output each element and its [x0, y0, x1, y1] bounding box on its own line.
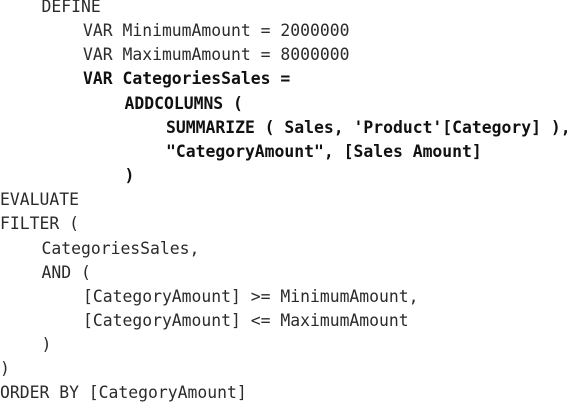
- code-line: ORDER BY [CategoryAmount]: [0, 383, 247, 403]
- code-line: EVALUATE: [0, 190, 79, 210]
- code-line: ADDCOLUMNS (: [124, 93, 243, 113]
- code-line: FILTER (: [0, 214, 79, 234]
- code-line: ): [124, 166, 135, 186]
- code-line: ): [41, 335, 52, 355]
- code-line: CategoriesSales,: [41, 238, 200, 258]
- code-line: ): [0, 359, 10, 379]
- code-line: VAR MinimumAmount = 2000000: [83, 21, 350, 41]
- code-listing: DEFINE VAR MinimumAmount = 2000000 VAR Max…: [0, 0, 586, 407]
- code-line: SUMMARIZE ( Sales, 'Product'[Category] )…: [166, 117, 571, 137]
- code-line: [CategoryAmount] <= MaximumAmount: [83, 310, 409, 330]
- code-line: AND (: [41, 262, 91, 282]
- code-line: VAR MaximumAmount = 8000000: [83, 45, 350, 65]
- code-line: "CategoryAmount", [Sales Amount]: [166, 141, 482, 161]
- code-line: [CategoryAmount] >= MinimumAmount,: [83, 286, 419, 306]
- code-line: VAR CategoriesSales =: [83, 69, 291, 89]
- code-line: DEFINE: [41, 0, 101, 16]
